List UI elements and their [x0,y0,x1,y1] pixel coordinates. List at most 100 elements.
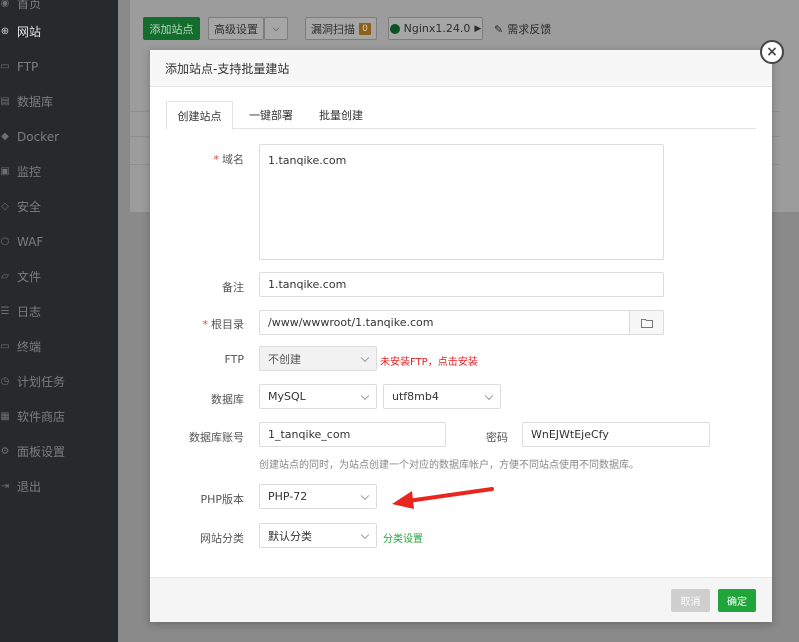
sidebar-item-label: 网站 [17,25,42,39]
category-value: 默认分类 [268,529,312,543]
add-site-dialog: 添加站点-支持批量建站 创建站点 一键部署 批量创建 * 域名 1.tanqike… [150,50,772,622]
nginx-button[interactable]: Nginx1.24.0 ▶ [388,17,483,40]
sidebar-item-label: FTP [17,59,39,74]
remark-value: 1.tanqike.com [268,278,347,291]
chevron-down-icon [360,391,370,400]
tab-label: 创建站点 [177,109,222,123]
ftp-value: 不创建 [268,352,301,366]
database-type-value: MySQL [268,390,306,403]
vuln-scan-button[interactable]: 漏洞扫描 0 [305,17,377,40]
sidebar-item-docker[interactable]: ◆ Docker [0,119,118,154]
play-icon: ▶ [474,23,482,34]
dialog-title: 添加站点-支持批量建站 [165,61,290,76]
docker-icon: ◆ [1,131,9,142]
sidebar-item-label: WAF [17,234,44,249]
category-settings-link[interactable]: 分类设置 [383,530,423,545]
confirm-label: 确定 [727,597,747,608]
feedback-link[interactable]: ✎ 需求反馈 [494,21,551,37]
install-ftp-link[interactable]: 未安装FTP，点击安装 [380,353,478,368]
store-icon: ▦ [0,411,10,422]
db-password-value: WnEJWtEjeCfy [531,428,609,441]
sidebar: ◉ 首页 ⊕ 网站 ▭ FTP ▤ 数据库 ◆ Docker ▣ 监控 ◇ 安全 ○ WAF ▱… [0,0,118,642]
sidebar-item-monitor[interactable]: ▣ 监控 [0,154,118,189]
cancel-label: 取消 [680,597,701,608]
sidebar-item-settings[interactable]: ⚙ 面板设置 [0,434,118,469]
ftp-label: FTP [144,353,245,366]
ftp-icon: ▭ [0,61,10,72]
sidebar-item-label: 文件 [17,270,42,284]
remark-label-text: 备注 [222,281,244,294]
remark-input[interactable]: 1.tanqike.com [259,272,664,297]
root-dir-value: /www/wwwroot/1.tanqike.com [268,316,434,329]
db-password-input[interactable]: WnEJWtEjeCfy [522,422,710,447]
tab-bar: 创建站点 一键部署 批量创建 [166,101,756,130]
sidebar-item-website[interactable]: ⊕ 网站 [0,14,118,49]
confirm-button[interactable]: 确定 [718,589,756,612]
advanced-settings-button[interactable]: 高级设置 [208,17,264,40]
browse-folder-button[interactable] [629,310,664,335]
sidebar-item-waf[interactable]: ○ WAF [0,224,118,259]
sidebar-item-store[interactable]: ▦ 软件商店 [0,399,118,434]
sidebar-item-logout[interactable]: ⇥ 退出 [0,469,118,504]
db-password-label-text: 密码 [486,431,508,444]
php-version-select[interactable]: PHP-72 [259,484,377,509]
category-label: 网站分类 [144,530,244,546]
tab-label: 批量创建 [319,109,363,122]
chevron-down-icon [360,530,370,539]
database-icon: ▤ [0,96,10,107]
feedback-label: 需求反馈 [507,23,552,36]
sidebar-item-files[interactable]: ▱ 文件 [0,259,118,294]
ftp-select[interactable]: 不创建 [259,346,377,371]
tab-one-click-deploy[interactable]: 一键部署 [241,101,301,129]
tab-label: 一键部署 [249,109,293,122]
tab-create-site[interactable]: 创建站点 [166,101,233,130]
sidebar-item-ftp[interactable]: ▭ FTP [0,49,118,84]
sidebar-item-database[interactable]: ▤ 数据库 [0,84,118,119]
globe-icon: ⊕ [0,26,10,37]
chevron-down-icon [484,391,494,400]
domain-value: 1.tanqike.com [268,154,347,167]
nginx-label: Nginx1.24.0 [403,22,471,35]
sidebar-item-security[interactable]: ◇ 安全 [0,189,118,224]
tab-batch-create[interactable]: 批量创建 [311,101,371,129]
logout-icon: ⇥ [0,481,10,492]
category-select[interactable]: 默认分类 [259,523,377,548]
chevron-down-icon [360,353,370,362]
annotation-arrow-icon [392,487,494,509]
sidebar-item-cron[interactable]: ◷ 计划任务 [0,364,118,399]
terminal-icon: ▭ [0,341,10,352]
close-button[interactable]: × [760,40,784,64]
category-settings-text: 分类设置 [383,534,423,545]
gear-icon: ⚙ [0,446,10,457]
db-account-label: 数据库账号 [144,429,244,445]
sidebar-item-terminal[interactable]: ▭ 终端 [0,329,118,364]
domain-textarea[interactable]: 1.tanqike.com [259,144,664,260]
ftp-label-text: FTP [224,353,245,366]
database-type-select[interactable]: MySQL [259,384,377,409]
vuln-count-badge: 0 [359,22,371,35]
category-label-text: 网站分类 [200,532,244,545]
nginx-icon [389,23,400,34]
home-icon: ◉ [0,0,10,9]
monitor-icon: ▣ [0,166,10,177]
domain-label-text: 域名 [222,153,244,166]
sidebar-item-label: 面板设置 [17,445,66,459]
sidebar-item-label: 退出 [17,480,42,494]
chevron-down-icon [360,491,370,500]
sidebar-item-label: 监控 [17,165,42,179]
sidebar-item-logs[interactable]: ☰ 日志 [0,294,118,329]
dialog-header: 添加站点-支持批量建站 [150,50,772,87]
required-mark: * [202,318,209,331]
database-label: 数据库 [144,391,244,407]
db-account-value: 1_tanqike_com [268,428,351,441]
root-dir-input[interactable]: /www/wwwroot/1.tanqike.com [259,310,630,335]
charset-value: utf8mb4 [392,390,439,403]
sidebar-item-label: 安全 [17,200,42,214]
charset-select[interactable]: utf8mb4 [383,384,501,409]
db-password-label: 密码 [408,429,508,445]
add-site-button[interactable]: 添加站点 [143,17,200,40]
db-account-label-text: 数据库账号 [189,431,244,444]
cancel-button[interactable]: 取消 [671,589,710,612]
advanced-dropdown-button[interactable]: ⌵ [264,17,288,40]
php-version-label-text: PHP版本 [200,493,244,506]
